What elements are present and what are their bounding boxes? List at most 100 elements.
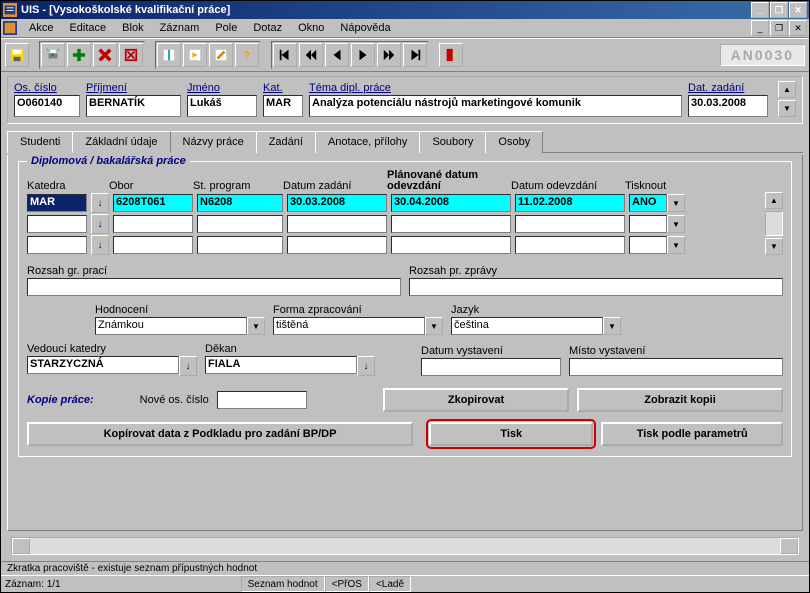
thesis-groupbox: Diplomová / bakalářská práce Katedra Obo… xyxy=(18,161,792,457)
next-block-icon[interactable] xyxy=(377,43,401,67)
rozsah-gr-field[interactable] xyxy=(27,278,401,296)
minimize-button[interactable]: _ xyxy=(751,2,769,18)
cell-plan-odevzdani[interactable]: 30.04.2008 xyxy=(391,194,511,212)
tisknout-dropdown-arrow[interactable]: ▼ xyxy=(667,215,685,233)
cell-tisknout[interactable] xyxy=(629,215,667,233)
print-icon[interactable] xyxy=(41,43,65,67)
cell-dat-odevzdani[interactable] xyxy=(515,236,625,254)
mdi-close-button[interactable]: ✕ xyxy=(789,20,807,36)
vedouci-field[interactable]: STARZYCZNÁ xyxy=(27,356,179,374)
last-record-icon[interactable] xyxy=(403,43,427,67)
mdi-minimize-button[interactable]: _ xyxy=(751,20,769,36)
hodnoceni-dropdown-arrow[interactable]: ▼ xyxy=(247,317,265,335)
delete-icon[interactable] xyxy=(93,43,117,67)
vedouci-lov-button[interactable]: ↓ xyxy=(179,356,197,376)
tab-nazvy-prace[interactable]: Názvy práce xyxy=(170,131,257,153)
cell-plan-odevzdani[interactable] xyxy=(391,236,511,254)
tab-anotace[interactable]: Anotace, přílohy xyxy=(315,131,421,153)
cell-obor[interactable]: 6208T061 xyxy=(113,194,193,212)
misto-vyst-label: Místo vystavení xyxy=(569,345,783,357)
kopirovat-podklad-button[interactable]: Kopírovat data z Podkladu pro zadání BP/… xyxy=(27,422,413,446)
jazyk-field[interactable]: čeština xyxy=(451,317,603,335)
menu-pole[interactable]: Pole xyxy=(207,20,245,36)
forma-field[interactable]: tištěná xyxy=(273,317,425,335)
cell-dat-zadani[interactable]: 30.03.2008 xyxy=(287,194,387,212)
mdi-maximize-button[interactable]: ❐ xyxy=(770,20,788,36)
tema-field[interactable]: Analýza potenciálu nástrojů marketingové… xyxy=(309,95,682,117)
tab-soubory[interactable]: Soubory xyxy=(419,131,486,153)
prijmeni-field[interactable]: BERNATÍK xyxy=(86,95,181,117)
nove-os-field[interactable] xyxy=(217,391,307,409)
cell-katedra[interactable] xyxy=(27,236,87,254)
cell-katedra[interactable]: MAR xyxy=(27,194,87,212)
cell-obor[interactable] xyxy=(113,236,193,254)
grid-scroll-up[interactable]: ▲ xyxy=(765,192,783,209)
cell-dat-odevzdani[interactable]: 11.02.2008 xyxy=(515,194,625,212)
cell-dat-odevzdani[interactable] xyxy=(515,215,625,233)
close-button[interactable]: ✕ xyxy=(789,2,807,18)
next-record-icon[interactable] xyxy=(351,43,375,67)
forma-dropdown-arrow[interactable]: ▼ xyxy=(425,317,443,335)
horizontal-scrollbar[interactable] xyxy=(11,537,799,555)
cell-program[interactable]: N6208 xyxy=(197,194,283,212)
menu-blok[interactable]: Blok xyxy=(114,20,151,36)
grid-scroll-down[interactable]: ▼ xyxy=(765,238,783,255)
prev-record-icon[interactable] xyxy=(325,43,349,67)
tab-studenti[interactable]: Studenti xyxy=(7,131,73,153)
help-icon[interactable]: ? xyxy=(235,43,259,67)
cell-program[interactable] xyxy=(197,215,283,233)
dekan-lov-button[interactable]: ↓ xyxy=(357,356,375,376)
cell-obor[interactable] xyxy=(113,215,193,233)
title-bar: UIS - [Vysokoškolské kvalifikační práce]… xyxy=(1,1,809,19)
query-exec-icon[interactable] xyxy=(183,43,207,67)
grid-scrollbar-track[interactable] xyxy=(765,211,783,236)
tab-zakladni-udaje[interactable]: Základní údaje xyxy=(72,131,170,153)
menu-editace[interactable]: Editace xyxy=(61,20,114,36)
lov-katedra-button[interactable]: ↓ xyxy=(91,193,109,213)
cell-katedra[interactable] xyxy=(27,215,87,233)
table-row: MAR ↓ 6208T061 N6208 30.03.2008 30.04.20… xyxy=(27,193,755,213)
tab-zadani[interactable]: Zadání xyxy=(256,131,316,153)
menu-zaznam[interactable]: Záznam xyxy=(152,20,208,36)
rozsah-pr-field[interactable] xyxy=(409,278,783,296)
os-cislo-field[interactable]: O060140 xyxy=(14,95,80,117)
tisk-button[interactable]: Tisk xyxy=(429,422,593,446)
menu-dotaz[interactable]: Dotaz xyxy=(245,20,290,36)
exit-icon[interactable] xyxy=(439,43,463,67)
maximize-button[interactable]: ❐ xyxy=(770,2,788,18)
cell-tisknout[interactable]: ANO xyxy=(629,194,667,212)
hodnoceni-field[interactable]: Známkou xyxy=(95,317,247,335)
kat-field[interactable]: MAR xyxy=(263,95,303,117)
misto-vyst-field[interactable] xyxy=(569,358,783,376)
clear-icon[interactable] xyxy=(119,43,143,67)
dekan-field[interactable]: FIALA xyxy=(205,356,357,374)
lov-katedra-button[interactable]: ↓ xyxy=(91,214,109,234)
prev-block-icon[interactable] xyxy=(299,43,323,67)
cell-tisknout[interactable] xyxy=(629,236,667,254)
first-record-icon[interactable] xyxy=(273,43,297,67)
jazyk-dropdown-arrow[interactable]: ▼ xyxy=(603,317,621,335)
cell-dat-zadani[interactable] xyxy=(287,215,387,233)
cell-program[interactable] xyxy=(197,236,283,254)
dat-zadani-field[interactable]: 30.03.2008 xyxy=(688,95,768,117)
zkopirovat-button[interactable]: Zkopirovat xyxy=(383,388,569,412)
header-scroll-up[interactable]: ▲ xyxy=(778,81,796,98)
tab-osoby[interactable]: Osoby xyxy=(485,131,543,153)
jmeno-field[interactable]: Lukáš xyxy=(187,95,257,117)
lov-katedra-button[interactable]: ↓ xyxy=(91,235,109,255)
new-icon[interactable] xyxy=(67,43,91,67)
query-enter-icon[interactable] xyxy=(157,43,181,67)
menu-okno[interactable]: Okno xyxy=(290,20,332,36)
cell-plan-odevzdani[interactable] xyxy=(391,215,511,233)
dat-vyst-field[interactable] xyxy=(421,358,561,376)
save-icon[interactable] xyxy=(5,43,29,67)
cell-dat-zadani[interactable] xyxy=(287,236,387,254)
tisknout-dropdown-arrow[interactable]: ▼ xyxy=(667,194,685,212)
tisknout-dropdown-arrow[interactable]: ▼ xyxy=(667,236,685,254)
header-scroll-down[interactable]: ▼ xyxy=(778,100,796,117)
edit-icon[interactable] xyxy=(209,43,233,67)
zobrazit-kopii-button[interactable]: Zobrazit kopii xyxy=(577,388,783,412)
menu-napoveda[interactable]: Nápověda xyxy=(332,20,398,36)
menu-akce[interactable]: Akce xyxy=(21,20,61,36)
tisk-param-button[interactable]: Tisk podle parametrů xyxy=(601,422,783,446)
